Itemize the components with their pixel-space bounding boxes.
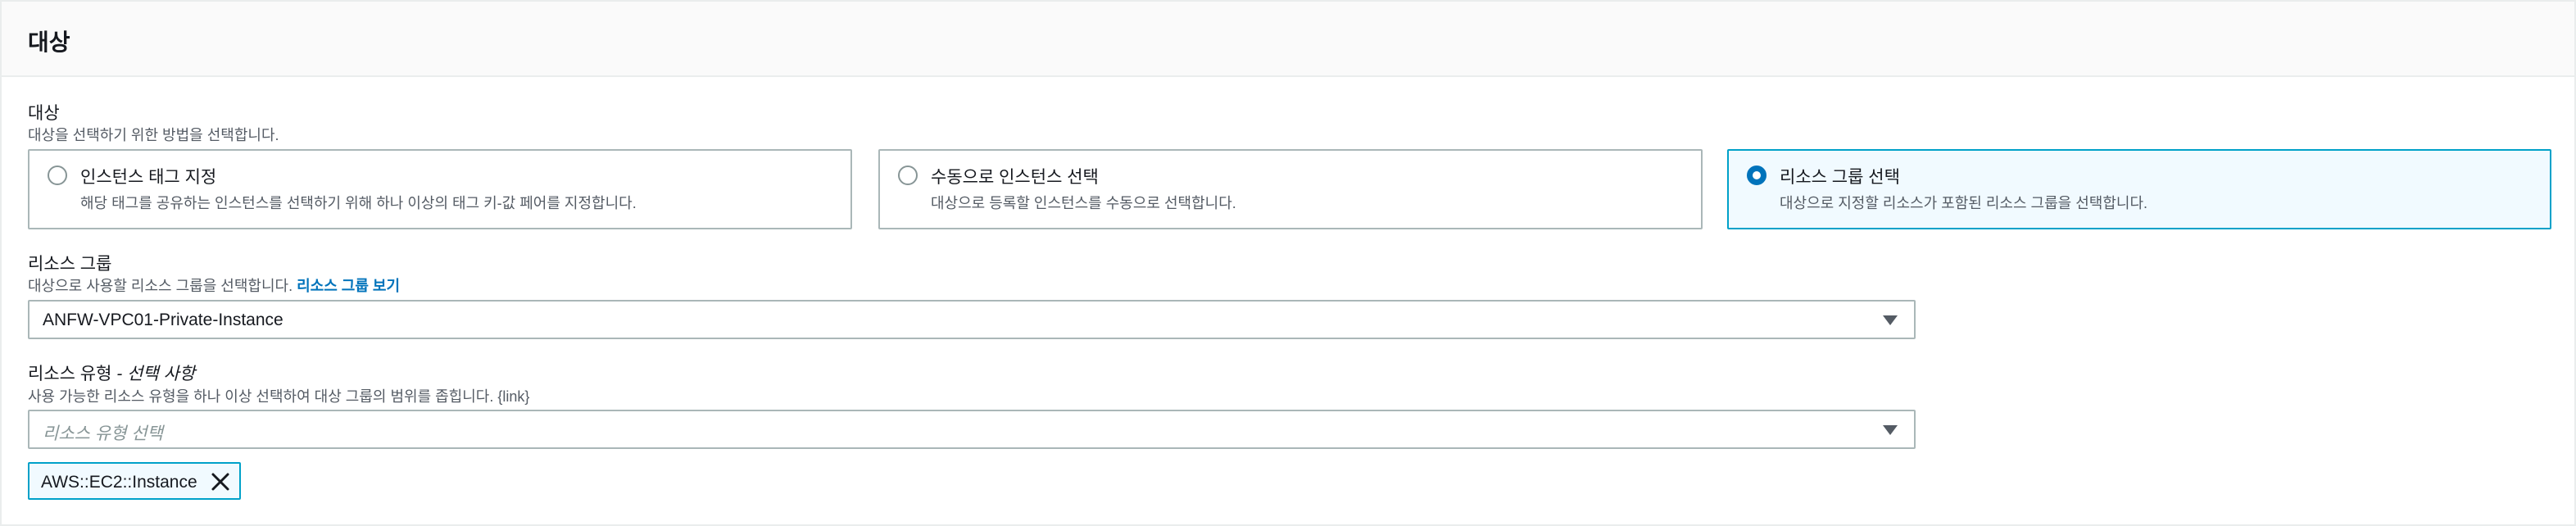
resource-type-select[interactable]: 리소스 유형 선택	[28, 410, 1916, 449]
tile-title: 리소스 그룹 선택	[1780, 168, 1900, 187]
token-label: AWS::EC2::Instance	[41, 473, 197, 492]
resource-group-select[interactable]: ANFW-VPC01-Private-Instance	[28, 300, 1916, 339]
resource-type-token: AWS::EC2::Instance	[28, 462, 241, 500]
radio-icon[interactable]	[898, 166, 918, 185]
panel-title: 대상	[28, 29, 70, 55]
resource-group-description: 대상으로 사용할 리소스 그룹을 선택합니다. 리소스 그룹 보기	[28, 274, 400, 296]
tile-description: 대상으로 지정할 리소스가 포함된 리소스 그룹을 선택합니다.	[1780, 195, 2148, 211]
panel-header: 대상	[2, 2, 2574, 77]
resource-type-placeholder: 리소스 유형 선택	[43, 424, 163, 443]
caret-down-icon	[1883, 315, 1898, 325]
tile-description: 대상으로 등록할 인스턴스를 수동으로 선택합니다.	[931, 195, 1236, 211]
resource-type-label: 리소스 유형 - 선택 사항	[28, 360, 195, 385]
tile-title: 인스턴스 태그 지정	[80, 168, 217, 187]
target-description: 대상을 선택하기 위한 방법을 선택합니다.	[28, 127, 279, 143]
tile-resource-group[interactable]: 리소스 그룹 선택 대상으로 지정할 리소스가 포함된 리소스 그룹을 선택합니…	[1727, 149, 2551, 229]
optional-marker: - 선택 사항	[116, 365, 196, 383]
radio-selected-icon[interactable]	[1747, 166, 1766, 185]
resource-group-description-text: 대상으로 사용할 리소스 그룹을 선택합니다.	[28, 278, 293, 294]
radio-icon[interactable]	[48, 166, 67, 185]
tile-instance-tags[interactable]: 인스턴스 태그 지정 해당 태그를 공유하는 인스턴스를 선택하기 위해 하나 …	[28, 149, 852, 229]
resource-group-label: 리소스 그룹	[28, 255, 112, 274]
view-resource-groups-link[interactable]: 리소스 그룹 보기	[297, 278, 400, 294]
tile-description: 해당 태그를 공유하는 인스턴스를 선택하기 위해 하나 이상의 태그 키-값 …	[80, 195, 637, 211]
tile-title: 수동으로 인스턴스 선택	[931, 168, 1099, 187]
resource-group-value: ANFW-VPC01-Private-Instance	[43, 311, 283, 329]
resource-type-label-text: 리소스 유형	[28, 365, 112, 383]
tile-manual-instances[interactable]: 수동으로 인스턴스 선택 대상으로 등록할 인스턴스를 수동으로 선택합니다.	[878, 149, 1703, 229]
close-icon[interactable]	[210, 471, 231, 492]
caret-down-icon	[1883, 425, 1898, 435]
target-panel: 대상 대상 대상을 선택하기 위한 방법을 선택합니다. 인스턴스 태그 지정 …	[0, 0, 2576, 526]
resource-type-description: 사용 가능한 리소스 유형을 하나 이상 선택하여 대상 그룹의 범위를 좁힙니…	[28, 388, 530, 405]
target-label: 대상	[28, 104, 60, 123]
